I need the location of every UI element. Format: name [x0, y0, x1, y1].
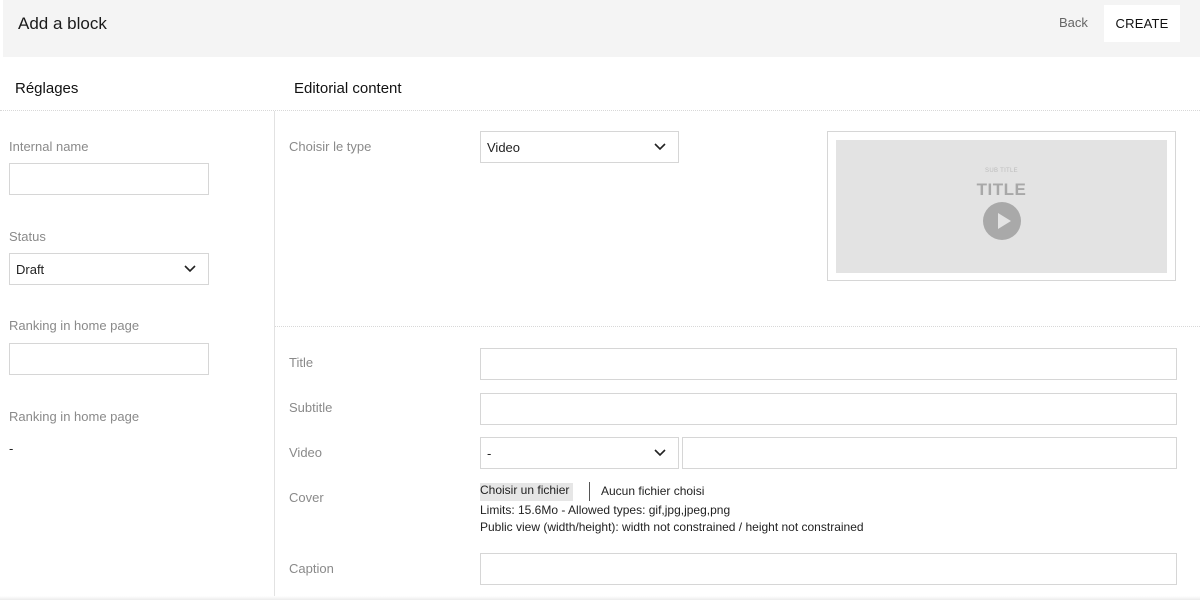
top-bar: Add a block: [3, 0, 1200, 57]
settings-section-title: Réglages: [15, 80, 79, 97]
video-source-select[interactable]: -: [480, 437, 679, 469]
page-title: Add a block: [18, 14, 107, 33]
preview-title: TITLE: [976, 180, 1027, 199]
subtitle-input[interactable]: [480, 393, 1177, 425]
type-select-value: Video: [487, 140, 521, 155]
video-url-input[interactable]: [682, 437, 1177, 469]
file-separator: [589, 482, 590, 501]
ranking-input[interactable]: [9, 343, 209, 375]
caption-label: Caption: [289, 561, 334, 576]
choose-file-button[interactable]: Choisir un fichier: [480, 483, 574, 501]
preview-area: SUB TITLE TITLE: [836, 140, 1167, 273]
block-preview: SUB TITLE TITLE: [827, 131, 1176, 281]
chevron-down-icon: [654, 143, 666, 151]
internal-name-input[interactable]: [9, 163, 209, 195]
preview-subtitle: SUB TITLE: [985, 168, 1018, 174]
type-section-divider: [275, 326, 1200, 327]
bottom-edge: [0, 596, 1200, 600]
status-select-value: Draft: [16, 262, 45, 277]
ranking-input-label: Ranking in home page: [9, 318, 140, 333]
file-status: Aucun fichier choisi: [601, 484, 705, 498]
video-source-value: -: [487, 446, 492, 461]
column-divider: [274, 111, 275, 600]
type-label: Choisir le type: [289, 139, 372, 154]
internal-name-label: Internal name: [9, 139, 89, 154]
title-label: Title: [289, 355, 314, 370]
editorial-section-title: Editorial content: [294, 80, 402, 97]
caption-input[interactable]: [480, 553, 1177, 585]
play-icon: [983, 202, 1021, 240]
status-label: Status: [9, 229, 46, 244]
chevron-down-icon: [184, 265, 196, 273]
type-select[interactable]: Video: [480, 131, 679, 163]
ranking-display-value: -: [9, 441, 14, 456]
title-input[interactable]: [480, 348, 1177, 380]
header-divider: [0, 110, 1200, 111]
ranking-display-label: Ranking in home page: [9, 409, 140, 424]
status-select[interactable]: Draft: [9, 253, 209, 285]
cover-label: Cover: [289, 490, 324, 505]
create-button[interactable]: CREATE: [1104, 5, 1180, 42]
video-label: Video: [289, 445, 323, 460]
cover-limits: Limits: 15.6Mo - Allowed types: gif,jpg,…: [480, 503, 731, 517]
subtitle-label: Subtitle: [289, 400, 333, 415]
chevron-down-icon: [654, 449, 666, 457]
cover-public-view: Public view (width/height): width not co…: [480, 520, 864, 534]
back-link[interactable]: Back: [1059, 15, 1088, 30]
